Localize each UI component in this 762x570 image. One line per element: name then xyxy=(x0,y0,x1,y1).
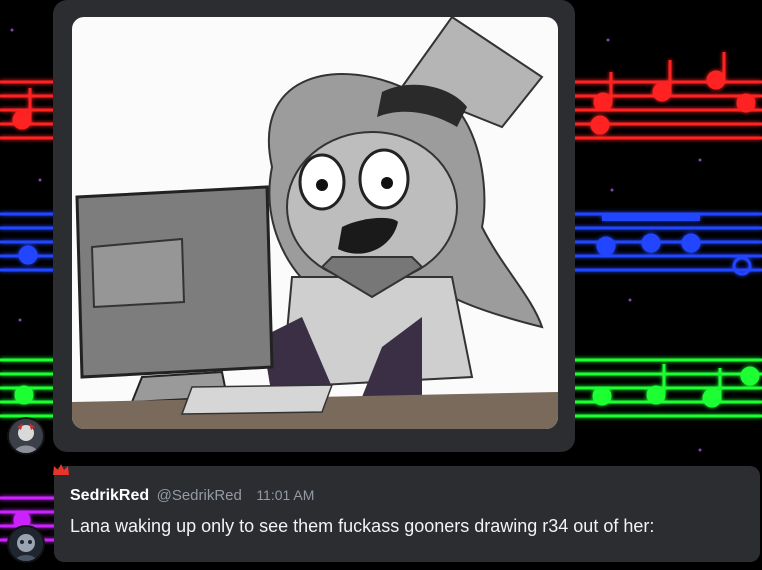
author-avatar[interactable] xyxy=(7,525,45,563)
message-timestamp: 11:01 AM xyxy=(256,487,315,503)
author-handle: @SedrikRed xyxy=(156,487,242,504)
message-header: SedrikRed @SedrikRed 11:01 AM xyxy=(70,487,314,505)
post-image[interactable] xyxy=(72,17,558,429)
chat-message: SedrikRed @SedrikRed 11:01 AM Lana wakin… xyxy=(54,466,760,562)
user-avatar-icon xyxy=(9,527,43,561)
avatar[interactable] xyxy=(7,417,45,455)
artwork-image xyxy=(72,17,558,429)
user-avatar-icon xyxy=(9,419,43,453)
message-text: Lana waking up only to see them fuckass … xyxy=(70,516,655,536)
author-name[interactable]: SedrikRed xyxy=(70,487,149,504)
crown-icon xyxy=(53,464,69,475)
